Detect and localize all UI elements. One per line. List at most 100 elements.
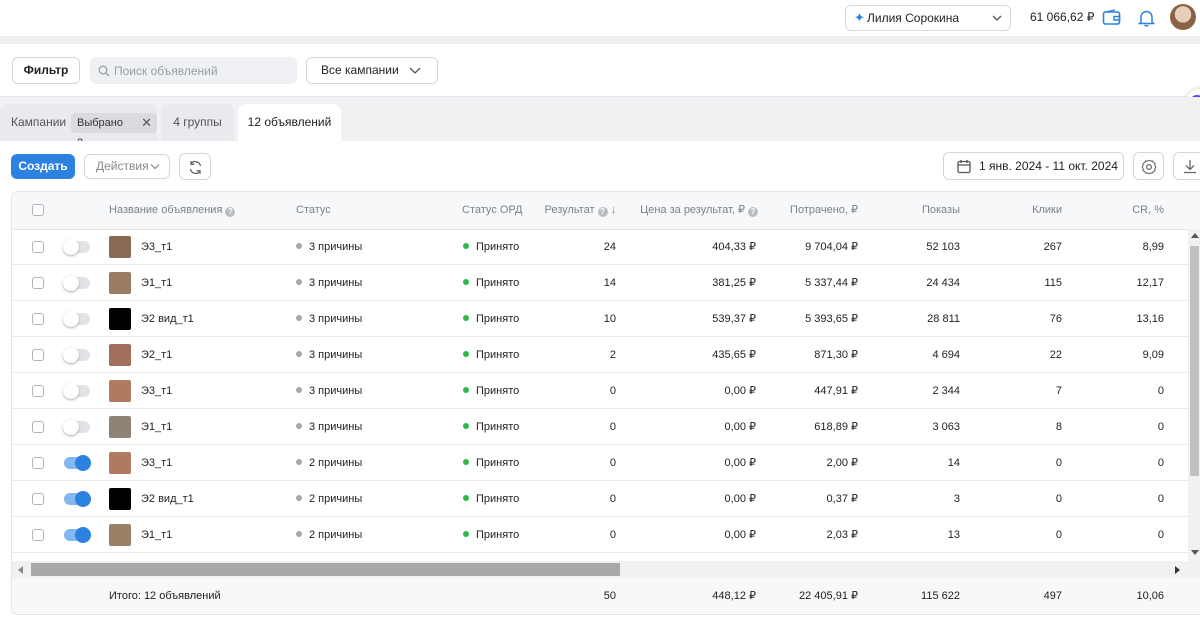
bell-icon[interactable] (1137, 9, 1156, 32)
row-checkbox[interactable] (32, 529, 44, 541)
status-cell[interactable]: 3 причины (296, 373, 362, 409)
ad-name[interactable]: Э1_т1 (141, 517, 172, 553)
ad-toggle[interactable] (64, 491, 91, 507)
ad-thumbnail[interactable] (109, 416, 131, 438)
impressions-cell: 52 103 (926, 241, 960, 253)
ad-toggle[interactable] (64, 527, 91, 543)
status-cell[interactable]: 3 причины (296, 265, 362, 301)
ad-thumbnail[interactable] (109, 308, 131, 330)
ad-thumbnail[interactable] (109, 344, 131, 366)
ad-thumbnail[interactable] (109, 524, 131, 546)
help-icon[interactable]: ? (748, 207, 758, 217)
table-row[interactable]: Э1_т1 2 причины Принято 0 0,00 ₽ 2,03 ₽ 13 0 0 (12, 517, 1188, 553)
status-cell[interactable]: 3 причины (296, 337, 362, 373)
row-checkbox[interactable] (32, 493, 44, 505)
ad-toggle[interactable] (63, 383, 90, 399)
ad-name[interactable]: Э2 вид_т1 (141, 481, 194, 517)
scroll-right-arrow-icon[interactable] (1175, 566, 1180, 574)
column-header-spent[interactable]: Потрачено, ₽ (758, 192, 858, 229)
price-cell: 0,00 ₽ (724, 421, 756, 433)
column-header-price-per-result[interactable]: Цена за результат, ₽? (612, 192, 758, 229)
column-header-result[interactable]: Результат? ↓ (532, 192, 616, 229)
close-icon[interactable]: ✕ (141, 113, 152, 133)
column-header-ord-status[interactable]: Статус ОРД (462, 192, 522, 229)
scroll-left-arrow-icon[interactable] (18, 566, 23, 574)
row-checkbox[interactable] (32, 385, 44, 397)
ad-toggle[interactable] (63, 239, 90, 255)
row-checkbox[interactable] (32, 277, 44, 289)
ad-name[interactable]: Э2_т1 (141, 337, 172, 373)
result-cell: 2 (609, 349, 616, 361)
table-row[interactable]: Э3_т1 3 причины Принято 0 0,00 ₽ 447,91 ₽ 2 34… (12, 373, 1188, 409)
column-header-impressions[interactable]: Показы (860, 192, 960, 229)
table-row[interactable]: Э2 вид_т1 2 причины Принято 0 0,00 ₽ 0,37 ₽ 3 0… (12, 481, 1188, 517)
ad-toggle[interactable] (63, 347, 90, 363)
account-selector[interactable]: ✦ Лилия Сорокина (845, 5, 1011, 31)
help-icon[interactable]: ? (225, 207, 236, 217)
status-cell[interactable]: 3 причины (296, 229, 362, 265)
ad-name[interactable]: Э1_т1 (141, 409, 172, 445)
table-row[interactable]: Э2 вид_т1 3 причины Принято 10 539,37 ₽ 5 393… (12, 301, 1188, 337)
horizontal-scrollbar[interactable] (12, 561, 1200, 578)
ad-thumbnail[interactable] (109, 488, 131, 510)
row-checkbox[interactable] (32, 313, 44, 325)
table-row[interactable]: Э3_т1 3 причины Принято 24 404,33 ₽ 9 704,04 … (12, 229, 1188, 265)
scroll-up-arrow-icon[interactable] (1191, 233, 1199, 238)
ad-thumbnail[interactable] (109, 236, 131, 258)
date-range-picker[interactable]: 1 янв. 2024 - 11 окт. 2024 (943, 152, 1124, 180)
table-settings-button[interactable] (1133, 152, 1164, 180)
ad-toggle[interactable] (63, 275, 90, 291)
ad-name[interactable]: Э3_т1 (141, 373, 172, 409)
ad-toggle[interactable] (64, 455, 91, 471)
search-box[interactable] (90, 57, 297, 84)
table-row[interactable]: Э3_т1 2 причины Принято 0 0,00 ₽ 2,00 ₽ 14 0 0 (12, 445, 1188, 481)
tab-groups[interactable]: 4 группы (161, 104, 234, 141)
column-header-clicks[interactable]: Клики (962, 192, 1062, 229)
ad-name[interactable]: Э2 вид_т1 (141, 301, 194, 337)
ad-name[interactable]: Э3_т1 (141, 445, 172, 481)
tab-campaigns[interactable]: Кампании Выбрано 2 ✕ (0, 104, 157, 149)
refresh-button[interactable] (179, 153, 211, 180)
filter-button[interactable]: Фильтр (12, 57, 80, 84)
help-icon[interactable]: ? (597, 207, 608, 217)
vertical-scrollbar[interactable] (1188, 229, 1200, 561)
select-all-checkbox[interactable] (32, 204, 44, 216)
ad-toggle[interactable] (63, 419, 90, 435)
row-checkbox[interactable] (32, 241, 44, 253)
ad-thumbnail[interactable] (109, 272, 131, 294)
row-checkbox[interactable] (32, 349, 44, 361)
table-row[interactable]: Э1_т1 3 причины Принято 14 381,25 ₽ 5 337,44 … (12, 265, 1188, 301)
clicks-cell: 22 (1049, 349, 1062, 361)
status-cell[interactable]: 3 причины (296, 409, 362, 445)
table-row[interactable]: Э1_т1 3 причины Принято 0 0,00 ₽ 618,89 ₽ 3 06… (12, 409, 1188, 445)
ad-toggle[interactable] (63, 311, 90, 327)
tab-ads[interactable]: 12 объявлений (238, 104, 341, 141)
ad-name[interactable]: Э1_т1 (141, 265, 172, 301)
row-checkbox[interactable] (32, 457, 44, 469)
campaigns-select[interactable]: Все кампании (306, 57, 438, 84)
status-cell[interactable]: 2 причины (296, 481, 362, 517)
ad-thumbnail[interactable] (109, 452, 131, 474)
ad-thumbnail[interactable] (109, 380, 131, 402)
actions-dropdown[interactable]: Действия (84, 154, 170, 179)
toggle-knob (75, 491, 91, 507)
ad-name[interactable]: Э3_т1 (141, 229, 172, 265)
row-checkbox[interactable] (32, 421, 44, 433)
download-button[interactable] (1173, 152, 1200, 180)
ord-status-dot (463, 387, 469, 393)
price-cell: 404,33 ₽ (712, 241, 756, 253)
column-header-name[interactable]: Название объявления? (109, 192, 236, 229)
vertical-scroll-thumb[interactable] (1190, 246, 1199, 476)
wallet-icon[interactable] (1102, 9, 1122, 32)
column-header-status[interactable]: Статус (296, 192, 331, 229)
status-cell[interactable]: 2 причины (296, 445, 362, 481)
search-input[interactable] (114, 57, 290, 84)
status-cell[interactable]: 3 причины (296, 301, 362, 337)
create-button[interactable]: Создать (11, 154, 75, 179)
status-cell[interactable]: 2 причины (296, 517, 362, 553)
scroll-down-arrow-icon[interactable] (1191, 550, 1199, 555)
table-row[interactable]: Э2_т1 3 причины Принято 2 435,65 ₽ 871,30 ₽ 4 … (12, 337, 1188, 373)
avatar[interactable] (1170, 4, 1196, 30)
column-header-cr[interactable]: CR, % (1064, 192, 1164, 229)
horizontal-scroll-thumb[interactable] (31, 563, 620, 576)
